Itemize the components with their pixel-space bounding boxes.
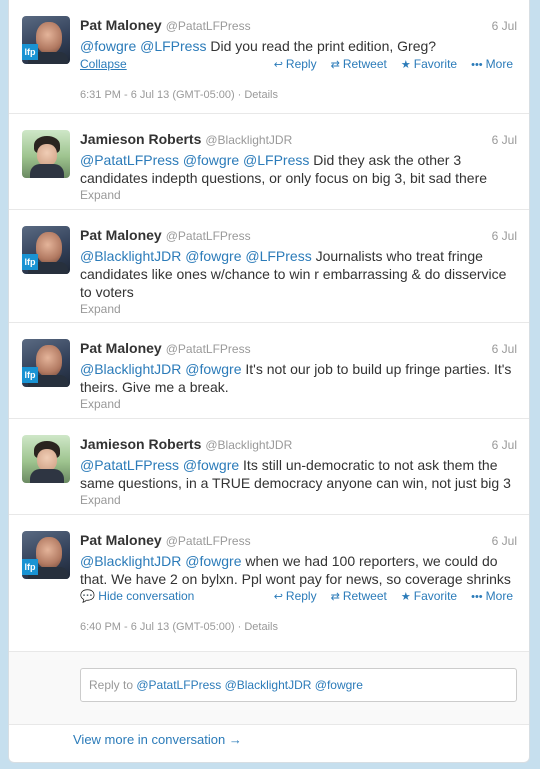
mention-link[interactable]: @BlacklightJDR bbox=[80, 553, 181, 569]
expand-link[interactable]: Expand bbox=[80, 188, 121, 202]
author-handle: @BlacklightJDR bbox=[205, 133, 293, 147]
retweet-button[interactable]: ⇄ Retweet bbox=[331, 589, 387, 603]
tweet-date[interactable]: 6 Jul bbox=[492, 342, 517, 356]
tweet-date[interactable]: 6 Jul bbox=[492, 229, 517, 243]
reply-button[interactable]: ↩ Reply bbox=[274, 589, 317, 603]
author-handle: @PatatLFPress bbox=[165, 342, 251, 356]
more-button[interactable]: ••• More bbox=[471, 589, 513, 603]
reply-icon: ↩ bbox=[273, 591, 283, 603]
tweet-4[interactable]: lfp Pat Maloney @PatatLFPress 6 Jul @Blac… bbox=[9, 323, 529, 419]
view-more-conversation-link[interactable]: View more in conversation → bbox=[73, 732, 242, 747]
expand-link[interactable]: Expand bbox=[80, 397, 121, 411]
author-handle: @PatatLFPress bbox=[165, 534, 251, 548]
tweet-actions: ↩ Reply ⇄ Retweet ★ Favorite ••• More bbox=[274, 589, 513, 603]
mention-link[interactable]: @fowgre bbox=[80, 38, 136, 54]
author-handle: @PatatLFPress bbox=[165, 19, 251, 33]
tweet-date[interactable]: 6 Jul bbox=[492, 19, 517, 33]
tweet-text: @PatatLFPress @fowgre Its still un-democ… bbox=[80, 456, 520, 492]
tweet-text-fragment: Did you read the print edition, Greg? bbox=[206, 38, 437, 54]
mention-link[interactable]: @fowgre bbox=[183, 457, 239, 473]
collapse-link[interactable]: Collapse bbox=[80, 57, 127, 71]
author-name[interactable]: Pat Maloney @PatatLFPress bbox=[80, 227, 251, 243]
mention-link[interactable]: @BlacklightJDR bbox=[80, 361, 181, 377]
avatar-jamieson-roberts[interactable] bbox=[22, 130, 70, 178]
tweet-3[interactable]: lfp Pat Maloney @PatatLFPress 6 Jul @Blac… bbox=[9, 210, 529, 323]
mention-link[interactable]: @fowgre bbox=[185, 361, 241, 377]
speech-bubble-icon: 💬 bbox=[80, 589, 99, 603]
favorite-button[interactable]: ★ Favorite bbox=[401, 57, 457, 71]
author-handle: @PatatLFPress bbox=[165, 229, 251, 243]
details-link[interactable]: Details bbox=[244, 621, 278, 633]
reply-icon: ↩ bbox=[273, 59, 283, 71]
tweet-text: @BlacklightJDR @fowgre It's not our job … bbox=[80, 360, 520, 396]
author-name[interactable]: Pat Maloney @PatatLFPress bbox=[80, 532, 251, 548]
tweet-2[interactable]: Jamieson Roberts @BlacklightJDR 6 Jul @Pa… bbox=[9, 114, 529, 210]
more-button[interactable]: ••• More bbox=[471, 57, 513, 71]
retweet-icon: ⇄ bbox=[330, 591, 340, 603]
author-handle: @BlacklightJDR bbox=[205, 438, 293, 452]
mention-link[interactable]: @PatatLFPress bbox=[80, 152, 179, 168]
reply-button[interactable]: ↩ Reply bbox=[274, 57, 317, 71]
star-icon: ★ bbox=[400, 59, 411, 71]
tweet-meta: 6:31 PM - 6 Jul 13 (GMT-05:00) · Details bbox=[80, 89, 278, 101]
reply-area: Reply to @PatatLFPress @BlacklightJDR @f… bbox=[9, 652, 529, 725]
mention-link[interactable]: @fowgre bbox=[185, 553, 241, 569]
conversation-panel: lfp Pat Maloney @PatatLFPress 6 Jul @fowg… bbox=[8, 0, 530, 763]
mention-link[interactable]: @fowgre bbox=[183, 152, 239, 168]
tweet-1[interactable]: lfp Pat Maloney @PatatLFPress 6 Jul @fowg… bbox=[9, 0, 529, 114]
mention-link[interactable]: @LFPress bbox=[245, 248, 311, 264]
author-name[interactable]: Jamieson Roberts @BlacklightJDR bbox=[80, 436, 292, 452]
avatar-pat-maloney[interactable]: lfp bbox=[22, 531, 70, 579]
mention-link[interactable]: @LFPress bbox=[243, 152, 309, 168]
tweet-date[interactable]: 6 Jul bbox=[492, 534, 517, 548]
favorite-button[interactable]: ★ Favorite bbox=[401, 589, 457, 603]
mention-link[interactable]: @fowgre bbox=[185, 248, 241, 264]
expand-link[interactable]: Expand bbox=[80, 493, 121, 507]
mention-link[interactable]: @LFPress bbox=[140, 38, 206, 54]
tweet-5[interactable]: Jamieson Roberts @BlacklightJDR 6 Jul @Pa… bbox=[9, 419, 529, 515]
tweet-actions: ↩ Reply ⇄ Retweet ★ Favorite ••• More bbox=[274, 57, 513, 71]
tweet-meta: 6:40 PM - 6 Jul 13 (GMT-05:00) · Details bbox=[80, 621, 278, 633]
tweet-text: @fowgre @LFPress Did you read the print … bbox=[80, 37, 520, 55]
retweet-button[interactable]: ⇄ Retweet bbox=[331, 57, 387, 71]
tweet-date[interactable]: 6 Jul bbox=[492, 133, 517, 147]
more-icon: ••• bbox=[471, 591, 483, 603]
avatar-pat-maloney[interactable]: lfp bbox=[22, 226, 70, 274]
avatar-jamieson-roberts[interactable] bbox=[22, 435, 70, 483]
more-icon: ••• bbox=[471, 59, 483, 71]
hide-conversation-link[interactable]: 💬 Hide conversation bbox=[80, 589, 194, 603]
tweet-6[interactable]: lfp Pat Maloney @PatatLFPress 6 Jul @Blac… bbox=[9, 515, 529, 652]
avatar-pat-maloney[interactable]: lfp bbox=[22, 339, 70, 387]
avatar-pat-maloney[interactable]: lfp bbox=[22, 16, 70, 64]
expand-link[interactable]: Expand bbox=[80, 302, 121, 316]
tweet-text: @PatatLFPress @fowgre @LFPress Did they … bbox=[80, 151, 520, 187]
tweet-text: @BlacklightJDR @fowgre @LFPress Journali… bbox=[80, 247, 520, 301]
reply-input[interactable]: Reply to @PatatLFPress @BlacklightJDR @f… bbox=[80, 668, 517, 702]
author-name[interactable]: Pat Maloney @PatatLFPress bbox=[80, 340, 251, 356]
mention-link[interactable]: @BlacklightJDR bbox=[80, 248, 181, 264]
tweet-date[interactable]: 6 Jul bbox=[492, 438, 517, 452]
mention-link[interactable]: @PatatLFPress bbox=[80, 457, 179, 473]
author-name[interactable]: Pat Maloney @PatatLFPress bbox=[80, 17, 251, 33]
tweet-text: @BlacklightJDR @fowgre when we had 100 r… bbox=[80, 552, 520, 588]
star-icon: ★ bbox=[400, 591, 411, 603]
details-link[interactable]: Details bbox=[244, 89, 278, 101]
retweet-icon: ⇄ bbox=[330, 59, 340, 71]
author-name[interactable]: Jamieson Roberts @BlacklightJDR bbox=[80, 131, 292, 147]
